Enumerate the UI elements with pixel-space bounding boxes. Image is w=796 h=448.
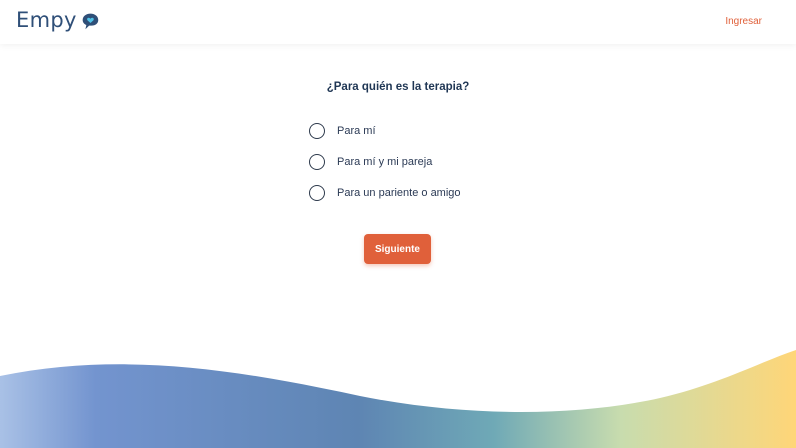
option-para-mi-y-mi-pareja[interactable]: Para mí y mi pareja	[309, 151, 461, 172]
option-label: Para un pariente o amigo	[337, 186, 461, 199]
decorative-wave	[0, 350, 796, 448]
option-pariente-o-amigo[interactable]: Para un pariente o amigo	[309, 182, 461, 203]
top-nav: Empy Ingresar	[0, 0, 796, 44]
next-button[interactable]: Siguiente	[364, 234, 431, 264]
option-label: Para mí	[337, 124, 376, 137]
radio-button[interactable]	[309, 122, 325, 139]
option-list: Para mí Para mí y mi pareja Para un pari…	[309, 120, 461, 213]
option-para-mi[interactable]: Para mí	[309, 120, 461, 141]
logo-text: Empy	[16, 8, 77, 32]
login-link[interactable]: Ingresar	[725, 16, 762, 27]
option-label: Para mí y mi pareja	[337, 155, 433, 168]
page: Empy Ingresar ¿Para quién es la terapia?…	[0, 0, 796, 448]
radio-button[interactable]	[309, 153, 325, 170]
form-question: ¿Para quién es la terapia?	[326, 81, 470, 93]
brain-heart-icon	[82, 13, 98, 29]
radio-button[interactable]	[309, 184, 325, 201]
brand-logo[interactable]: Empy	[16, 8, 101, 32]
